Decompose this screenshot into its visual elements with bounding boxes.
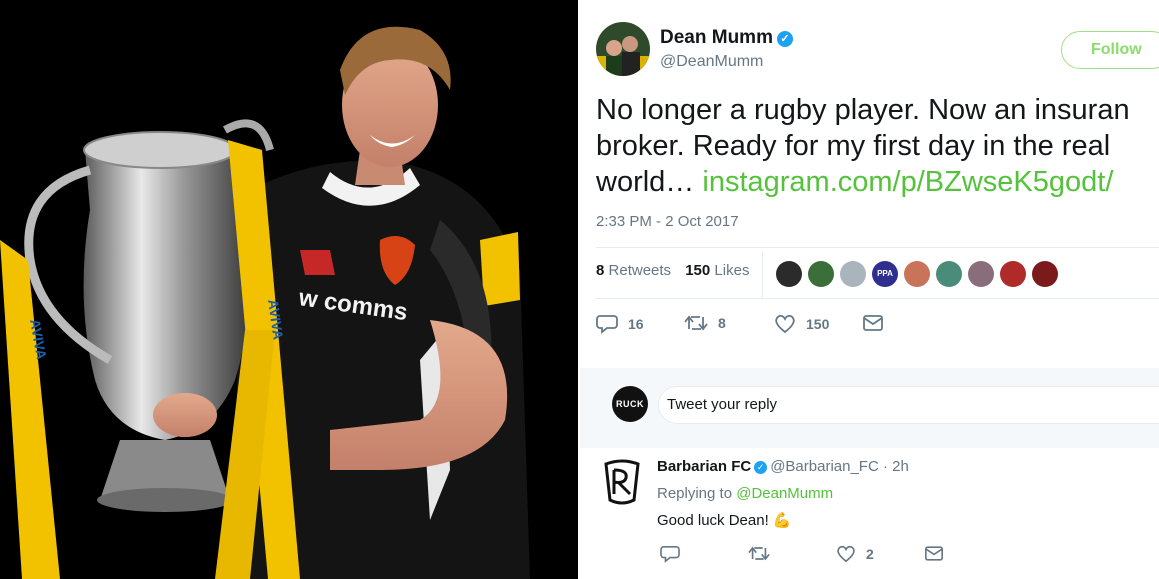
reply-retweet-action[interactable] [748,545,780,562]
follow-button[interactable]: Follow [1061,31,1159,69]
like-action[interactable]: 150 [774,314,829,334]
author-display-name[interactable]: Dean Mumm [660,27,773,48]
retweet-icon [748,546,770,561]
envelope-icon [925,546,943,561]
liker-avatar[interactable] [808,261,834,287]
tweet-timestamp[interactable]: 2:33 PM - 2 Oct 2017 [596,213,739,230]
replying-to-label: Replying to [657,485,733,502]
reply-composer: RUCK Tweet your reply [580,368,1159,448]
retweets-label: Retweets [608,262,672,279]
envelope-icon [863,315,883,331]
liker-avatar[interactable] [776,261,802,287]
author-avatar[interactable] [596,22,650,76]
author-handle[interactable]: @DeanMumm [660,53,763,71]
retweets-stat[interactable]: 8 Retweets [596,262,671,279]
likes-stat[interactable]: 150 Likes [685,262,749,279]
current-user-avatar[interactable]: RUCK [612,386,648,422]
reply-text: Good luck Dean! [657,512,769,529]
reply-like-action[interactable]: 2 [836,545,874,563]
direct-message-action[interactable] [862,314,894,332]
tweet-text-line: broker. Ready for my first day in the re… [596,130,1111,162]
tweet-header: Dean Mumm ✓ @DeanMumm Follow [580,0,1159,86]
divider [596,247,1159,248]
replying-to: Replying to @DeanMumm [657,485,833,502]
liker-avatar[interactable]: PPA [872,261,898,287]
reply-reply-action[interactable] [660,545,690,563]
verified-badge-icon: ✓ [754,461,768,474]
reply-text-row: Good luck Dean! 💪 [657,511,792,529]
tweet-body: No longer a rugby player. Now an insuran… [596,92,1159,200]
flexed-biceps-emoji: 💪 [772,512,792,529]
reply-tweet[interactable]: Barbarian FC ✓ @Barbarian_FC · 2h Replying… [580,448,1159,579]
reply-count: 16 [628,316,644,332]
tweet-text-tail: world… [596,166,695,198]
rugby-player-photo: w comms AVIVA AVIVA [0,0,578,579]
retweet-icon [684,315,708,331]
tweet-stats: 8 Retweets 150 Likes [596,262,749,279]
reply-time[interactable]: · 2h [883,458,909,475]
replying-to-handle[interactable]: @DeanMumm [736,485,833,502]
reply-like-count: 2 [866,546,874,562]
liker-avatar[interactable] [840,261,866,287]
likes-count: 150 [685,262,711,279]
photo-panel: w comms AVIVA AVIVA [0,0,578,579]
likes-label: Likes [714,262,750,279]
liker-avatar[interactable] [968,261,994,287]
reply-action[interactable]: 16 [596,314,644,334]
heart-icon [837,545,855,563]
tweet-panel: Dean Mumm ✓ @DeanMumm Follow No longer a … [580,0,1159,579]
reply-input[interactable]: Tweet your reply [658,386,1159,424]
tweet-text-line-3: world… instagram.com/p/BZwseK5godt/ [596,164,1159,200]
liker-avatar[interactable] [1000,261,1026,287]
liker-avatar[interactable] [1032,261,1058,287]
stats-separator [762,252,763,298]
author-name-row[interactable]: Dean Mumm ✓ [660,27,793,49]
tweet-text-line: No longer a rugby player. Now an insuran [596,94,1130,126]
liker-avatar[interactable] [904,261,930,287]
retweet-action[interactable]: 8 [684,314,726,332]
reply-message-action[interactable] [924,545,954,562]
reply-author-avatar[interactable] [596,456,648,508]
barbarian-crest-icon [596,456,648,508]
author-photo [596,22,650,76]
retweets-count: 8 [596,262,605,279]
liker-avatar[interactable] [936,261,962,287]
tweet-link[interactable]: instagram.com/p/BZwseK5godt/ [702,166,1113,198]
divider [596,298,1159,299]
reply-icon [660,545,680,563]
verified-badge-icon: ✓ [776,31,793,47]
heart-icon [775,314,795,334]
retweet-count: 8 [718,315,726,331]
reply-author-row: Barbarian FC ✓ @Barbarian_FC · 2h [657,458,909,475]
reply-author-handle[interactable]: @Barbarian_FC [770,458,879,475]
like-count: 150 [806,316,830,332]
reply-author-name[interactable]: Barbarian FC [657,458,751,475]
reply-icon [596,315,618,334]
